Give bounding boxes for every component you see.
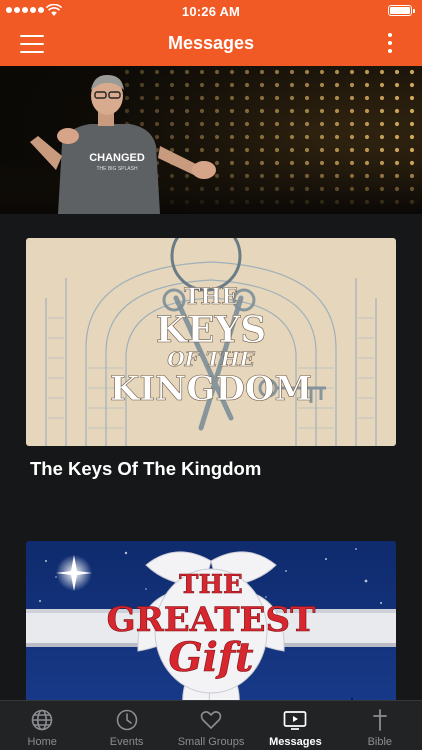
play-screen-icon <box>284 711 307 730</box>
tab-label: Messages <box>269 736 322 748</box>
status-bar: 10:26 AM <box>0 0 422 22</box>
shirt-text: CHANGED <box>89 152 145 164</box>
tab-messages[interactable]: Messages <box>253 701 337 750</box>
message-list: THE KEYS OF THE KINGDOM The Keys Of The … <box>0 214 422 700</box>
battery-icon <box>388 5 415 16</box>
art-line-1: THE <box>184 284 238 310</box>
cross-icon <box>372 709 387 731</box>
status-time: 10:26 AM <box>181 4 241 19</box>
art-line-2: KEYS <box>156 309 266 351</box>
app-screen: 10:26 AM Messages CHANGED THE BIG SPLASH… <box>0 0 422 750</box>
tab-label: Events <box>109 736 144 748</box>
heart-icon <box>200 711 222 729</box>
globe-icon <box>31 709 53 731</box>
art-line-4: KINGDOM <box>110 369 312 409</box>
hero-image: CHANGED THE BIG SPLASH <box>0 66 422 214</box>
shirt-subtext: THE BIG SPLASH <box>96 166 138 172</box>
message-artwork: THE GREATEST Gift <box>26 541 396 700</box>
tab-home[interactable]: Home <box>0 701 84 750</box>
message-card[interactable]: THE KEYS OF THE KINGDOM The Keys Of The … <box>26 238 396 480</box>
message-card[interactable]: THE GREATEST Gift <box>26 541 396 700</box>
tab-events[interactable]: Events <box>84 701 168 750</box>
hero-banner[interactable]: CHANGED THE BIG SPLASH <box>0 66 422 214</box>
tab-label: Home <box>27 736 57 748</box>
tab-bible[interactable]: Bible <box>338 701 422 750</box>
more-options-icon[interactable] <box>388 33 394 55</box>
message-artwork: THE KEYS OF THE KINGDOM <box>26 238 396 446</box>
art-line-3: Gift <box>168 634 254 681</box>
tab-label: Small Groups <box>177 736 245 748</box>
tab-bar: Home Events Small Groups Messages Bible <box>0 700 422 750</box>
art-line-1: THE <box>179 570 243 600</box>
tab-small-groups[interactable]: Small Groups <box>169 701 253 750</box>
tab-label: Bible <box>367 736 393 748</box>
message-title: The Keys Of The Kingdom <box>30 458 262 479</box>
nav-bar: Messages <box>0 22 422 66</box>
page-title: Messages <box>167 33 255 53</box>
art-line-3: OF THE <box>167 347 255 371</box>
clock-icon <box>116 709 137 731</box>
